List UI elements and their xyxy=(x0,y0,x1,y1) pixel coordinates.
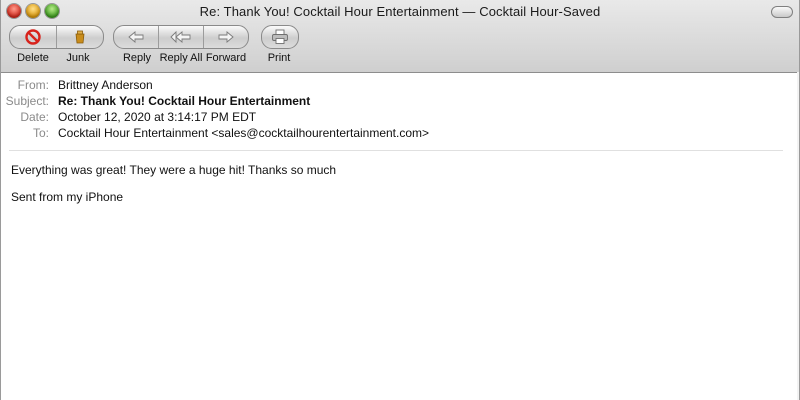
forward-button[interactable] xyxy=(203,26,248,48)
forward-arrow-icon xyxy=(218,31,234,43)
mail-window: Re: Thank You! Cocktail Hour Entertainme… xyxy=(0,0,800,400)
scroll-area-edge xyxy=(797,72,799,400)
delete-label: Delete xyxy=(17,52,49,64)
to-row: To: Cocktail Hour Entertainment <sales@c… xyxy=(1,126,799,142)
to-label: To: xyxy=(32,126,49,140)
reply-label: Reply xyxy=(122,52,152,64)
junk-bag-icon xyxy=(75,30,85,44)
subject-label: Subject: xyxy=(5,94,49,108)
printer-icon xyxy=(272,29,288,44)
to-value[interactable]: Cocktail Hour Entertainment <sales@cockt… xyxy=(58,126,429,140)
window-chrome: Re: Thank You! Cocktail Hour Entertainme… xyxy=(1,0,799,73)
junk-label: Junk xyxy=(66,52,90,64)
message-signature: Sent from my iPhone xyxy=(11,190,124,204)
reply-arrow-icon xyxy=(128,31,144,43)
message-body: Everything was great! They were a huge h… xyxy=(11,163,336,217)
print-label: Print xyxy=(267,52,291,64)
reply-forward-group xyxy=(113,25,249,49)
from-row: From: Brittney Anderson xyxy=(1,78,799,94)
reply-all-arrow-icon xyxy=(170,30,191,44)
window-title: Re: Thank You! Cocktail Hour Entertainme… xyxy=(199,4,601,19)
from-value[interactable]: Brittney Anderson xyxy=(58,78,153,92)
subject-row: Subject: Re: Thank You! Cocktail Hour En… xyxy=(1,94,799,110)
from-label: From: xyxy=(17,78,49,92)
reply-button[interactable] xyxy=(114,26,158,48)
toolbar-toggle-button[interactable] xyxy=(771,6,793,18)
date-row: Date: October 12, 2020 at 3:14:17 PM EDT xyxy=(1,110,799,126)
toolbar: Delete Junk Reply Reply All Forward Prin… xyxy=(1,25,799,69)
reply-all-label: Reply All xyxy=(159,52,203,64)
print-group xyxy=(261,25,299,49)
junk-button[interactable] xyxy=(56,26,103,48)
delete-junk-group xyxy=(9,25,104,49)
header-divider xyxy=(9,150,783,151)
print-button[interactable] xyxy=(262,26,298,48)
reply-all-button[interactable] xyxy=(158,26,203,48)
forward-label: Forward xyxy=(205,52,247,64)
date-label: Date: xyxy=(20,110,49,124)
delete-button[interactable] xyxy=(10,26,56,48)
subject-value: Re: Thank You! Cocktail Hour Entertainme… xyxy=(58,94,311,108)
date-value: October 12, 2020 at 3:14:17 PM EDT xyxy=(58,110,257,124)
no-entry-icon xyxy=(25,29,41,45)
message-line: Everything was great! They were a huge h… xyxy=(11,163,337,177)
message-header: From: Brittney Anderson Subject: Re: Tha… xyxy=(1,78,799,142)
